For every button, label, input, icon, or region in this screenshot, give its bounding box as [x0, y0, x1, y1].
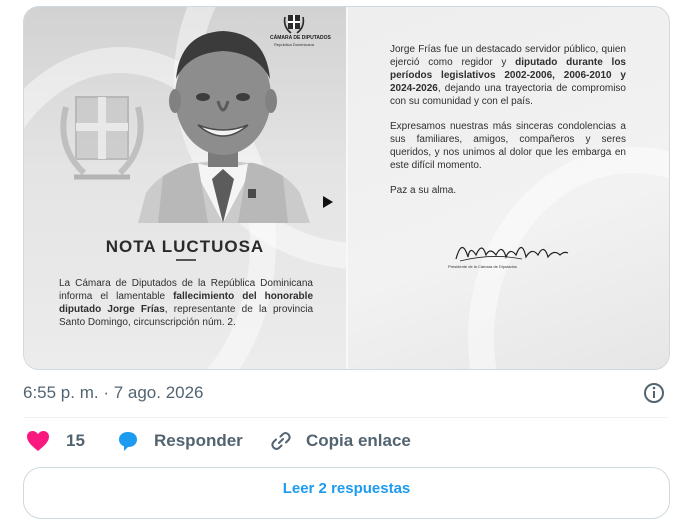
link-icon — [271, 432, 291, 450]
chamber-logo: CÁMARA DE DIPUTADOS República Dominicana — [270, 11, 331, 47]
action-separator — [23, 417, 668, 418]
notice-heading: NOTA LUCTUOSA — [105, 237, 265, 256]
body-paragraph-3: Paz a su alma. — [390, 185, 457, 196]
chamber-crest-icon — [283, 15, 305, 34]
copy-link-label: Copia enlace — [306, 431, 411, 450]
like-button[interactable]: 15 — [26, 430, 85, 452]
like-count: 15 — [66, 431, 85, 450]
read-replies-button[interactable]: Leer 2 respuestas — [23, 467, 670, 519]
copy-link-button[interactable]: Copia enlace — [270, 430, 411, 452]
notice-body: Jorge Frías fue un destacado servidor pú… — [390, 43, 626, 209]
heading-divider — [176, 259, 196, 261]
read-replies-label: Leer 2 respuestas — [282, 480, 411, 497]
info-icon[interactable] — [643, 382, 665, 404]
reply-label: Responder — [154, 431, 243, 450]
post-image[interactable]: NOTA LUCTUOSA La Cámara de Diputados de … — [23, 6, 670, 370]
notice-intro: La Cámara de Diputados de la República D… — [59, 277, 313, 329]
heart-icon — [27, 431, 49, 451]
signature-caption: Presidente de la Cámara de Diputados — [448, 264, 517, 269]
logo-subtitle: República Dominicana — [273, 41, 315, 47]
play-icon[interactable] — [322, 195, 334, 209]
reply-bubble-icon — [119, 432, 137, 451]
body-paragraph-2: Expresamos nuestras más sinceras condole… — [390, 121, 626, 171]
body-paragraph-1: Jorge Frías fue un destacado servidor pú… — [390, 43, 626, 108]
tweet-timestamp[interactable]: 6:55 p. m. · 7 ago. 2026 — [23, 383, 204, 403]
image-left-panel: NOTA LUCTUOSA La Cámara de Diputados de … — [24, 7, 546, 369]
president-signature — [455, 246, 569, 262]
reply-button[interactable]: Responder — [116, 430, 243, 452]
logo-name: CÁMARA DE DIPUTADOS — [270, 35, 331, 41]
